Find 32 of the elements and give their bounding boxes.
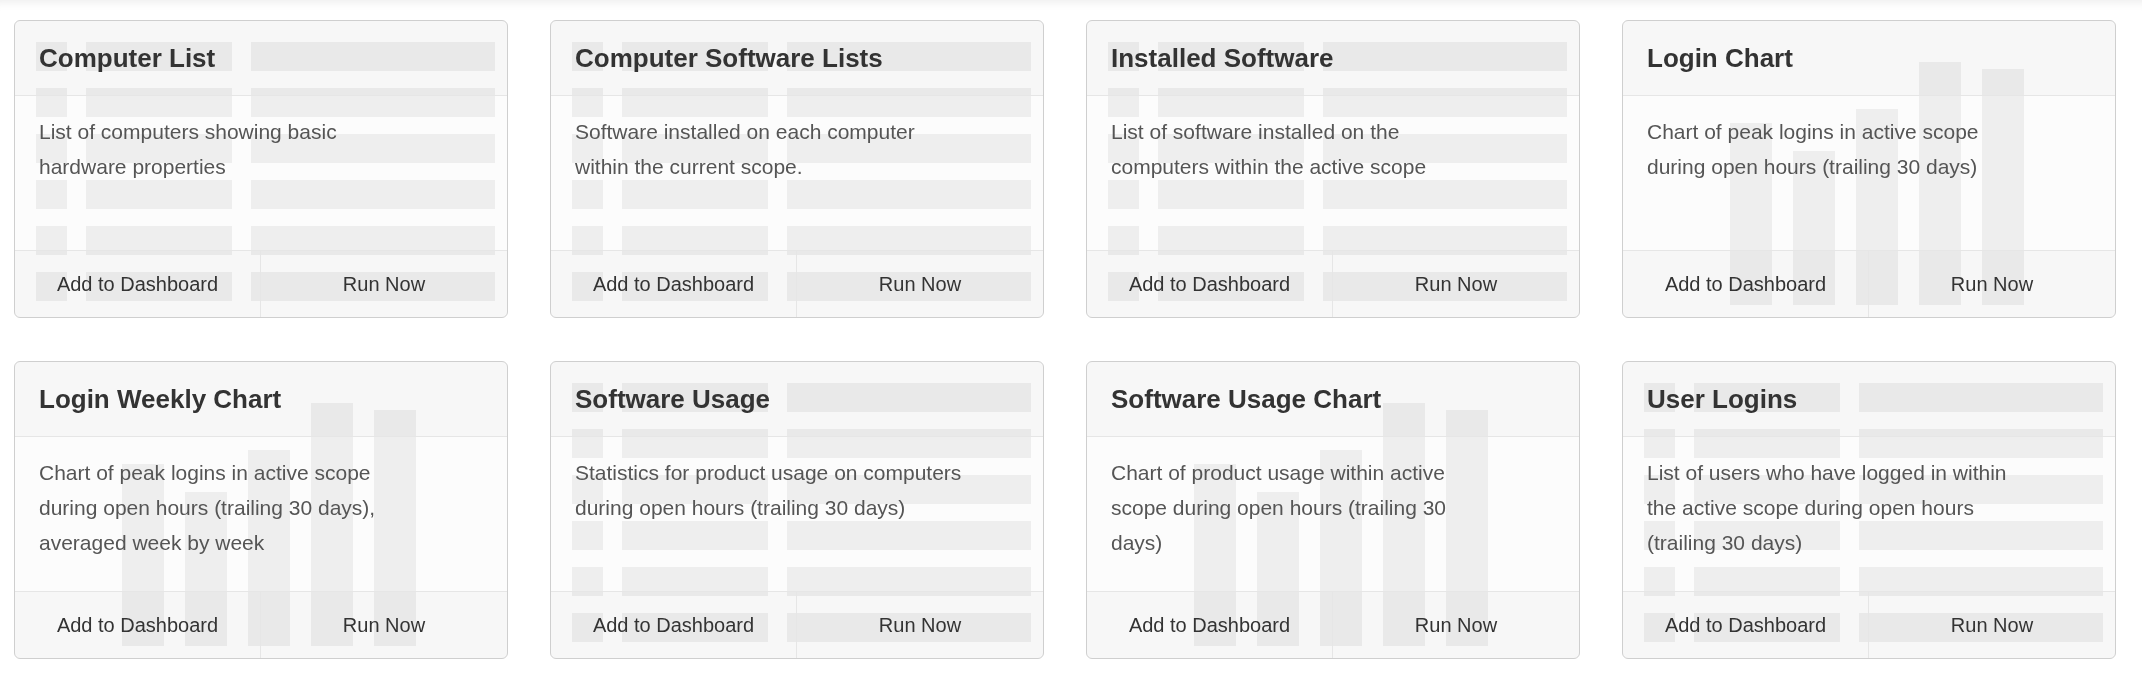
run-now-button[interactable]: Run Now (797, 251, 1043, 317)
add-to-dashboard-button[interactable]: Add to Dashboard (1087, 251, 1333, 317)
report-title: Software Usage (575, 383, 771, 415)
add-to-dashboard-button[interactable]: Add to Dashboard (15, 251, 261, 317)
report-description: Software installed on each computer within the current scope. (575, 119, 916, 180)
add-to-dashboard-button[interactable]: Add to Dashboard (551, 251, 797, 317)
report-description: Chart of product usage within active scope during open hours (trailing 30 days) (1111, 460, 1448, 556)
report-title: Computer Software Lists (575, 42, 883, 74)
report-title: Installed Software (1111, 42, 1334, 74)
report-description: List of computers showing basic hardware properties (39, 119, 338, 180)
run-now-button[interactable]: Run Now (1333, 251, 1579, 317)
report-title: Computer List (39, 42, 216, 74)
report-description: List of software installed on the computers within the active scope (1111, 119, 1428, 180)
run-now-button[interactable]: Run Now (797, 592, 1043, 658)
add-to-dashboard-button[interactable]: Add to Dashboard (15, 592, 261, 658)
run-now-button[interactable]: Run Now (1869, 592, 2115, 658)
report-title: Login Weekly Chart (39, 383, 282, 415)
report-description: Chart of peak logins in active scope during open hours (trailing 30 days), averaged week by week (39, 460, 377, 556)
run-now-button[interactable]: Run Now (261, 251, 507, 317)
report-title: Login Chart (1647, 42, 1793, 74)
run-now-button[interactable]: Run Now (1333, 592, 1579, 658)
add-to-dashboard-button[interactable]: Add to Dashboard (1623, 592, 1869, 658)
add-to-dashboard-button[interactable]: Add to Dashboard (1087, 592, 1333, 658)
report-description: Statistics for product usage on computers during open hours (trailing 30 days) (575, 460, 963, 521)
report-description: Chart of peak logins in active scope during open hours (trailing 30 days) (1647, 119, 1980, 180)
report-title: Software Usage Chart (1111, 383, 1382, 415)
add-to-dashboard-button[interactable]: Add to Dashboard (551, 592, 797, 658)
run-now-button[interactable]: Run Now (261, 592, 507, 658)
report-title: User Logins (1647, 383, 1798, 415)
add-to-dashboard-button[interactable]: Add to Dashboard (1623, 251, 1869, 317)
run-now-button[interactable]: Run Now (1869, 251, 2115, 317)
report-description: List of users who have logged in within the active scope during open hours (trailing 30 days) (1647, 460, 2008, 556)
